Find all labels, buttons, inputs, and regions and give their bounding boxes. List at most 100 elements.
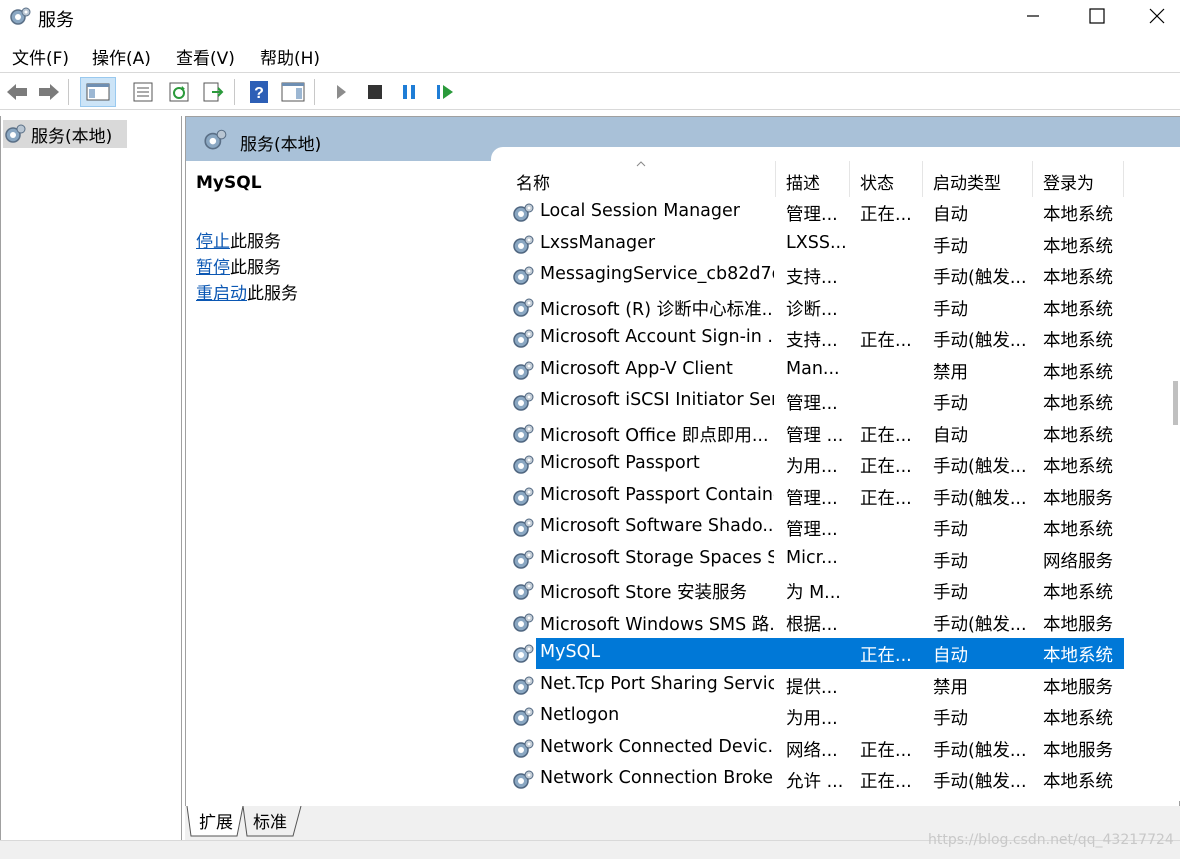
restart-service-button[interactable]: [432, 79, 458, 105]
service-startup-cell: 手动(触发...: [933, 457, 1027, 477]
restart-service-icon: [437, 85, 453, 99]
service-logon-cell: 本地服务: [1043, 488, 1113, 509]
refresh-button[interactable]: [166, 79, 192, 105]
window-title: 服务: [38, 10, 74, 31]
help-icon: ?: [250, 81, 268, 103]
service-logon-cell: 本地系统: [1043, 520, 1113, 540]
vertical-scrollbar[interactable]: [1169, 161, 1180, 801]
menu-help[interactable]: 帮助(H): [260, 44, 320, 69]
service-row[interactable]: Microsoft Passport Container 管理... 正在... 手动…: [506, 481, 1124, 512]
service-row[interactable]: MessagingService_cb82d7d 支持... 手动(触发... 本地系…: [506, 260, 1124, 291]
service-name-cell: Microsoft (R) 诊断中心标准...: [540, 299, 774, 320]
toolbar-separator: [234, 79, 235, 105]
service-status-cell: 正在...: [860, 425, 912, 446]
service-row[interactable]: Microsoft App-V Client Man... 禁用 本地系统: [506, 355, 1124, 386]
column-header-name[interactable]: 名称: [506, 161, 776, 197]
column-header-description[interactable]: 描述: [776, 161, 850, 197]
pause-service-link[interactable]: 暂停: [196, 258, 230, 278]
back-icon: [7, 84, 27, 100]
service-desc-cell: 支持...: [786, 331, 838, 351]
service-desc-cell: Micr...: [786, 547, 838, 568]
service-row[interactable]: Microsoft Office 即点即用... 管理 ... 正在... 自动 本地系…: [506, 418, 1124, 449]
service-desc-cell: 支持...: [786, 268, 838, 288]
menu-view[interactable]: 查看(V): [176, 44, 235, 69]
close-button[interactable]: [1134, 0, 1180, 32]
start-service-icon: [337, 85, 346, 99]
service-gear-icon: [511, 642, 535, 666]
action-pane-icon: [281, 82, 305, 102]
show-hide-console-tree-button[interactable]: [80, 77, 116, 107]
tree-node-services-local[interactable]: 服务(本地): [3, 120, 127, 148]
help-button[interactable]: ?: [246, 79, 272, 105]
tab-standard[interactable]: 标准: [253, 808, 287, 833]
service-startup-cell: 手动: [933, 299, 968, 320]
column-header-status[interactable]: 状态: [850, 161, 923, 197]
service-logon-cell: 本地系统: [1043, 205, 1113, 225]
properties-button[interactable]: [130, 79, 156, 105]
service-row[interactable]: Microsoft Storage Spaces S... Micr... 手动 网络…: [506, 544, 1124, 575]
service-row[interactable]: Microsoft Passport 为用... 正在... 手动(触发... 本地系统: [506, 449, 1124, 480]
service-row[interactable]: Microsoft Account Sign-in ... 支持... 正在... 手…: [506, 323, 1124, 354]
service-name-cell: Network Connection Broker: [540, 768, 774, 788]
service-gear-icon: [511, 674, 535, 698]
back-button[interactable]: [4, 79, 30, 105]
menu-action[interactable]: 操作(A): [92, 44, 151, 69]
column-header-startup-type[interactable]: 启动类型: [923, 161, 1033, 197]
service-desc-cell: 为用...: [786, 709, 838, 729]
service-row[interactable]: Microsoft iSCSI Initiator Ser... 管理... 手动 本…: [506, 386, 1124, 417]
service-desc-cell: 管理...: [786, 800, 846, 802]
service-row[interactable]: Network Connections 管理... 正在... 手动 本地系统: [506, 796, 1124, 802]
stop-service-icon: [368, 85, 382, 99]
service-name-cell: Network Connected Devic...: [540, 736, 774, 757]
service-gear-icon: [511, 390, 535, 414]
service-status-cell: 正在...: [860, 800, 920, 802]
service-name-cell: Microsoft Storage Spaces S...: [540, 547, 774, 568]
pause-service-button[interactable]: [396, 79, 422, 105]
forward-icon: [39, 84, 59, 100]
service-startup-cell: 禁用: [933, 677, 968, 698]
service-startup-cell: 自动: [933, 425, 968, 446]
service-desc-cell: 根据...: [786, 614, 838, 635]
minimize-icon: [1027, 15, 1039, 17]
forward-button[interactable]: [36, 79, 62, 105]
scrollbar-thumb[interactable]: [1173, 381, 1178, 425]
description-panel: MySQL 停止此服务 暂停此服务 重启动此服务: [186, 161, 491, 801]
service-gear-icon: [511, 737, 535, 761]
menu-file[interactable]: 文件(F): [12, 44, 69, 69]
action-pane-button[interactable]: [280, 79, 306, 105]
service-startup-cell: 手动(触发...: [933, 488, 1027, 509]
start-service-button[interactable]: [328, 79, 354, 105]
service-row[interactable]: Net.Tcp Port Sharing Service 提供... 禁用 本地服务: [506, 670, 1124, 701]
service-startup-cell: 手动(触发...: [933, 331, 1027, 351]
service-row[interactable]: Microsoft Software Shado... 管理... 手动 本地系统: [506, 512, 1124, 543]
service-row[interactable]: Microsoft (R) 诊断中心标准... 诊断... 手动 本地系统: [506, 292, 1124, 323]
service-row[interactable]: Network Connected Devic... 网络... 正在... 手动(触…: [506, 733, 1124, 764]
service-row[interactable]: Local Session Manager 管理... 正在... 自动 本地系统: [506, 197, 1124, 228]
tab-extended[interactable]: 扩展: [199, 808, 233, 833]
service-startup-cell: 手动(触发...: [933, 268, 1027, 288]
service-row[interactable]: MySQL 正在... 自动 本地系统: [513, 638, 1124, 669]
service-row[interactable]: Microsoft Store 安装服务 为 M... 手动 本地系统: [506, 575, 1124, 606]
service-startup-cell: 手动: [933, 709, 968, 729]
service-row[interactable]: LxssManager LXSS... 手动 本地系统: [506, 229, 1124, 260]
service-name-cell: Local Session Manager: [540, 201, 740, 221]
maximize-button[interactable]: [1074, 0, 1120, 32]
service-row[interactable]: Netlogon 为用... 手动 本地系统: [506, 701, 1124, 732]
selected-service-name: MySQL: [196, 173, 262, 193]
minimize-button[interactable]: [1010, 0, 1056, 32]
service-row[interactable]: Network Connection Broker 允许 ... 正在... 手动(触…: [506, 764, 1124, 795]
service-logon-cell: 本地系统: [1043, 425, 1113, 446]
services-pane: 服务(本地) MySQL 停止此服务 暂停此服务 重启动此服务 名称 描述 状态…: [185, 116, 1180, 840]
column-header-logon-as[interactable]: 登录为: [1033, 161, 1124, 197]
restart-service-link[interactable]: 重启动: [196, 284, 247, 304]
service-gear-icon: [511, 705, 535, 729]
export-list-button[interactable]: [200, 79, 226, 105]
stop-service-link[interactable]: 停止: [196, 232, 230, 252]
service-name-cell: MySQL: [540, 642, 601, 662]
service-row[interactable]: Microsoft Windows SMS 路... 根据... 手动(触发... 本…: [506, 607, 1124, 638]
service-logon-cell: 本地系统: [1043, 709, 1113, 729]
service-desc-cell: 为用...: [786, 457, 838, 477]
stop-service-button[interactable]: [362, 79, 388, 105]
service-desc-cell: 管理...: [786, 205, 838, 225]
service-startup-cell: 手动: [933, 583, 968, 603]
